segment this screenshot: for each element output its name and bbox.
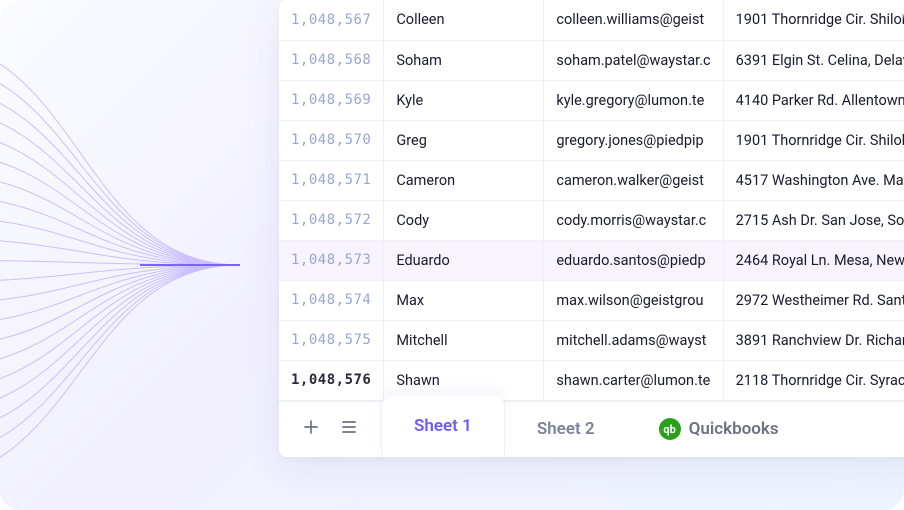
table-row[interactable]: 1,048,576Shawnshawn.carter@lumon.te2118 … — [279, 360, 904, 400]
add-sheet-button[interactable] — [301, 417, 321, 441]
cell-address[interactable]: 6391 Elgin St. Celina, Delawa — [723, 40, 904, 80]
tab-label: Quickbooks — [689, 419, 779, 439]
table-row[interactable]: 1,048,572Codycody.morris@waystar.c2715 A… — [279, 200, 904, 240]
cell-name[interactable]: Shawn — [384, 360, 544, 400]
sheet-tools — [279, 402, 381, 457]
cell-email[interactable]: cameron.walker@geist — [544, 160, 723, 200]
cell-email[interactable]: colleen.williams@geist — [544, 0, 723, 40]
sheet-tab-bar: Sheet 1 Sheet 2 qb Quickbooks — [279, 401, 904, 457]
tab-label: Sheet 1 — [414, 416, 472, 436]
cell-address[interactable]: 1901 Thornridge Cir. Shiloh, H — [723, 120, 904, 160]
row-number[interactable]: 1,048,567 — [279, 0, 384, 40]
cell-address[interactable]: 2715 Ash Dr. San Jose, South — [723, 200, 904, 240]
row-number[interactable]: 1,048,572 — [279, 200, 384, 240]
data-table[interactable]: 1,048,567Colleencolleen.williams@geist19… — [279, 0, 904, 401]
row-number[interactable]: 1,048,569 — [279, 80, 384, 120]
table-row[interactable]: 1,048,571Cameroncameron.walker@geist4517… — [279, 160, 904, 200]
table-row[interactable]: 1,048,573Eduardoeduardo.santos@piedp2464… — [279, 240, 904, 280]
plus-icon — [301, 417, 321, 437]
cell-address[interactable]: 4140 Parker Rd. Allentown, N — [723, 80, 904, 120]
cell-email[interactable]: shawn.carter@lumon.te — [544, 360, 723, 400]
row-number[interactable]: 1,048,571 — [279, 160, 384, 200]
row-number[interactable]: 1,048,570 — [279, 120, 384, 160]
table-row[interactable]: 1,048,570Greggregory.jones@piedpip1901 T… — [279, 120, 904, 160]
cell-address[interactable]: 2972 Westheimer Rd. Santa A — [723, 280, 904, 320]
cell-address[interactable]: 1901 Thornridge Cir. Shiloh, — [723, 0, 904, 40]
row-number[interactable]: 1,048,568 — [279, 40, 384, 80]
table-row[interactable]: 1,048,567Colleencolleen.williams@geist19… — [279, 0, 904, 40]
cell-address[interactable]: 4517 Washington Ave. Manch — [723, 160, 904, 200]
row-number[interactable]: 1,048,575 — [279, 320, 384, 360]
cell-name[interactable]: Eduardo — [384, 240, 544, 280]
table-row[interactable]: 1,048,575Mitchellmitchell.adams@wayst389… — [279, 320, 904, 360]
tab-sheet2[interactable]: Sheet 2 — [505, 402, 627, 457]
row-number[interactable]: 1,048,576 — [279, 360, 384, 400]
menu-icon — [339, 417, 359, 437]
cell-address[interactable]: 2464 Royal Ln. Mesa, New Je — [723, 240, 904, 280]
table-row[interactable]: 1,048,574Maxmax.wilson@geistgrou2972 Wes… — [279, 280, 904, 320]
cell-name[interactable]: Greg — [384, 120, 544, 160]
table-row[interactable]: 1,048,568Sohamsoham.patel@waystar.c6391 … — [279, 40, 904, 80]
cell-name[interactable]: Soham — [384, 40, 544, 80]
cell-name[interactable]: Colleen — [384, 0, 544, 40]
cell-email[interactable]: kyle.gregory@lumon.te — [544, 80, 723, 120]
cell-name[interactable]: Mitchell — [384, 320, 544, 360]
cell-email[interactable]: max.wilson@geistgrou — [544, 280, 723, 320]
row-number[interactable]: 1,048,573 — [279, 240, 384, 280]
cell-email[interactable]: soham.patel@waystar.c — [544, 40, 723, 80]
spreadsheet-panel: 1,048,567Colleencolleen.williams@geist19… — [279, 0, 904, 457]
tab-quickbooks[interactable]: qb Quickbooks — [627, 402, 811, 457]
cell-address[interactable]: 2118 Thornridge Cir. Syracus — [723, 360, 904, 400]
cell-name[interactable]: Kyle — [384, 80, 544, 120]
all-sheets-button[interactable] — [339, 417, 359, 441]
quickbooks-icon: qb — [659, 418, 681, 440]
app-canvas: 1,048,567Colleencolleen.williams@geist19… — [0, 0, 904, 510]
cell-email[interactable]: gregory.jones@piedpip — [544, 120, 723, 160]
table-row[interactable]: 1,048,569Kylekyle.gregory@lumon.te4140 P… — [279, 80, 904, 120]
cell-name[interactable]: Cody — [384, 200, 544, 240]
cell-name[interactable]: Cameron — [384, 160, 544, 200]
tab-sheet1[interactable]: Sheet 1 — [381, 396, 505, 457]
row-number[interactable]: 1,048,574 — [279, 280, 384, 320]
tab-label: Sheet 2 — [537, 419, 595, 439]
cell-name[interactable]: Max — [384, 280, 544, 320]
cell-email[interactable]: eduardo.santos@piedp — [544, 240, 723, 280]
cell-email[interactable]: mitchell.adams@wayst — [544, 320, 723, 360]
cell-address[interactable]: 3891 Ranchview Dr. Richards — [723, 320, 904, 360]
cell-email[interactable]: cody.morris@waystar.c — [544, 200, 723, 240]
